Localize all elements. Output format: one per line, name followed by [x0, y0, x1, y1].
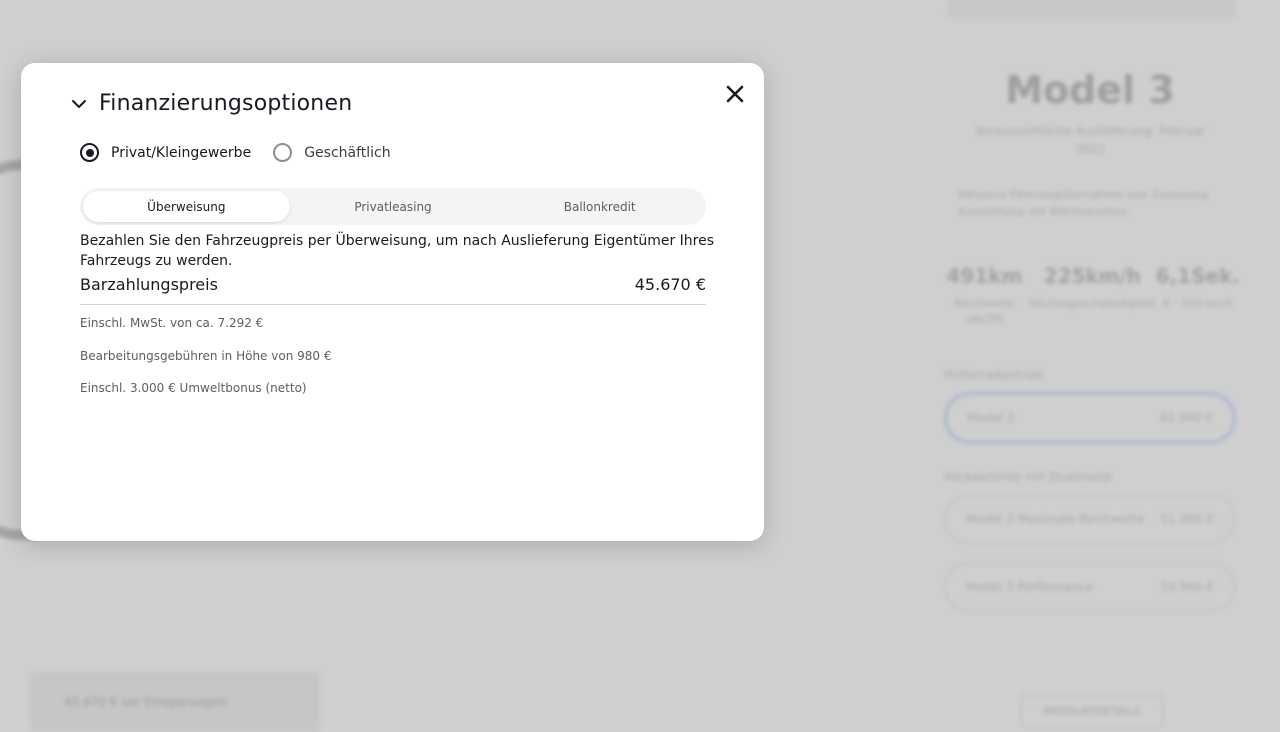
radio-label[interactable]: Privat/Kleingewerbe — [111, 145, 251, 161]
background-spec: 491km Reichweite (WLTP) — [940, 264, 1029, 328]
background-option-price: 42.990 € — [1159, 411, 1213, 425]
modal-title: Finanzierungsoptionen — [99, 91, 353, 116]
financing-modal: Finanzierungsoptionen Privat/Kleingewerb… — [21, 63, 764, 541]
background-config-panel: Model 3 Voraussichtliche Auslieferung: F… — [940, 60, 1240, 630]
tab-ueberweisung[interactable]: Überweisung — [83, 191, 290, 222]
close-icon[interactable] — [724, 83, 746, 105]
background-model-description: Inklusive Fahrzeugübernahme und Zulassun… — [958, 188, 1212, 218]
price-note: Einschl. 3.000 € Umweltbonus (netto) — [80, 381, 307, 395]
background-option-price: 59.990 € — [1160, 580, 1214, 594]
background-spec-label: 0 - 100 km/h — [1162, 297, 1233, 310]
cash-price-value: 45.670 € — [634, 275, 706, 294]
cash-price-label: Barzahlungspreis — [80, 275, 218, 294]
price-notes: Einschl. MwSt. von ca. 7.292 € Bearbeitu… — [80, 316, 331, 414]
radio-privat[interactable]: Privat/Kleingewerbe — [80, 143, 251, 162]
background-option: Model 3 Performance 59.990 € — [944, 562, 1236, 612]
background-specs: 491km Reichweite (WLTP) 225km/h Höchstge… — [940, 264, 1240, 328]
tab-ballonkredit[interactable]: Ballonkredit — [496, 191, 703, 222]
background-spec-value: 225km/h — [1043, 264, 1142, 288]
background-section-label: Hinterradantrieb — [944, 368, 1044, 382]
modal-header[interactable]: Finanzierungsoptionen — [71, 91, 352, 116]
background-spec-label: Höchstgeschwindigkeit — [1028, 297, 1156, 310]
background-top-button — [946, 0, 1236, 18]
background-model-title: Model 3 — [1005, 68, 1175, 112]
background-option-selected: Model 3 42.990 € — [944, 392, 1236, 444]
price-note: Einschl. MwSt. von ca. 7.292 € — [80, 316, 264, 330]
radio-geschaeftlich[interactable]: Geschäftlich — [273, 143, 391, 162]
background-spec: 6,1Sek. 0 - 100 km/h — [1156, 264, 1240, 328]
tab-privatleasing[interactable]: Privatleasing — [290, 191, 497, 222]
radio-label[interactable]: Geschäftlich — [304, 145, 390, 161]
background-option-name: Model 3 Performance — [966, 580, 1094, 594]
background-spec-value: 491km — [946, 264, 1023, 288]
background-section-label: Allradantrieb mit Dualmotor — [944, 470, 1113, 484]
background-spec-value: 6,1Sek. — [1155, 264, 1240, 288]
background-option-name: Model 3 — [967, 411, 1015, 425]
background-option: Model 3 Maximale Reichweite 51.990 € — [944, 494, 1236, 544]
radio-button-unchecked[interactable] — [273, 143, 293, 162]
payment-method-tabs: Überweisung Privatleasing Ballonkredit — [80, 188, 706, 225]
background-option-price: 51.990 € — [1160, 512, 1214, 526]
payment-description: Bezahlen Sie den Fahrzeugpreis per Überw… — [80, 233, 715, 269]
background-model-subtitle: Voraussichtliche Auslieferung: Februar 2… — [974, 124, 1206, 156]
customer-type-radio-group: Privat/Kleingewerbe Geschäftlich — [80, 143, 413, 162]
cash-price-row: Barzahlungspreis 45.670 € — [80, 275, 706, 305]
price-note: Bearbeitungsgebühren in Höhe von 980 € — [80, 348, 332, 363]
background-option-name: Model 3 Maximale Reichweite — [966, 512, 1145, 526]
background-bottom-bar: 45.670 € vor Einsparungen — [30, 672, 320, 732]
radio-button-checked[interactable] — [80, 143, 99, 162]
chevron-down-icon[interactable] — [71, 96, 87, 112]
background-spec-label: Reichweite (WLTP) — [954, 297, 1015, 326]
background-details-button: PRODUKTDETAILS — [1020, 694, 1164, 728]
background-spec: 225km/h Höchstgeschwindigkeit — [1029, 264, 1156, 328]
